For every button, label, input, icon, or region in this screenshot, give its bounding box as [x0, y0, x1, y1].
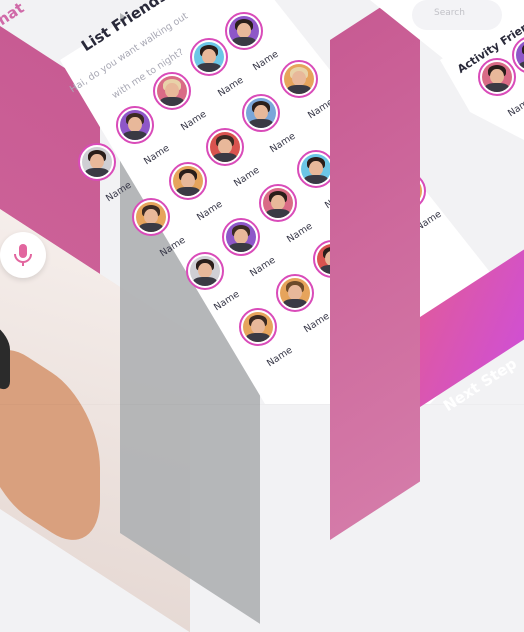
- photo-face: [490, 69, 504, 85]
- friend-photo: [482, 62, 512, 92]
- photo-body: [485, 83, 509, 92]
- search-placeholder: Search: [434, 8, 465, 18]
- right-screen-shape: [370, 0, 524, 140]
- friend-photo: [516, 40, 524, 70]
- search-field[interactable]: Search: [412, 0, 502, 30]
- photo-body: [519, 61, 524, 70]
- activity-friend-avatar[interactable]: [478, 58, 516, 96]
